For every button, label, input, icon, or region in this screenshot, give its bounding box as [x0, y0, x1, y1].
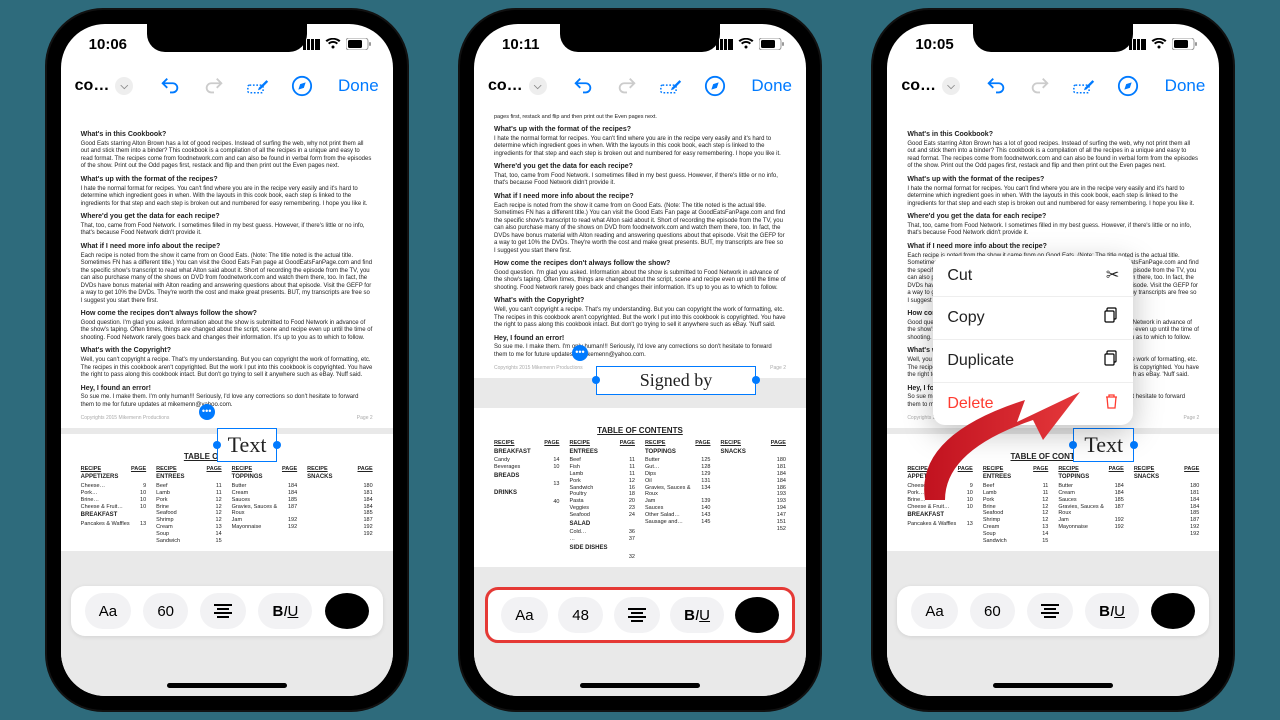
doc-title[interactable]: co… — [75, 77, 110, 95]
chevron-down-icon[interactable]: ⌵ — [115, 77, 133, 95]
clock: 10:06 — [89, 36, 127, 53]
biu-button[interactable]: BIU — [1085, 593, 1139, 629]
resize-handle-right[interactable] — [1130, 441, 1138, 449]
tutorial-arrow — [905, 380, 1105, 510]
phone-3: 10:05 co…⌵ Done What's i — [873, 10, 1233, 710]
align-button[interactable] — [200, 593, 246, 629]
notch — [147, 24, 307, 52]
home-indicator[interactable] — [993, 683, 1113, 688]
battery-icon — [1172, 38, 1197, 50]
docs-icon — [1103, 350, 1119, 372]
docs-icon — [1103, 307, 1119, 329]
home-indicator[interactable] — [167, 683, 287, 688]
wifi-icon — [1151, 38, 1167, 50]
markup-pen-icon[interactable] — [291, 75, 313, 97]
doc-title[interactable]: co… — [488, 77, 523, 95]
undo-icon[interactable] — [985, 75, 1007, 97]
toolbar: co… ⌵ Done — [61, 64, 393, 108]
phone-1: 10:06 co…⌵ Done What's i — [47, 10, 407, 710]
doc-page-1: pages first, restack and flip and then p… — [474, 108, 806, 378]
redo-icon — [1029, 75, 1051, 97]
biu-button[interactable]: BIU — [258, 593, 312, 629]
clock: 10:05 — [915, 36, 953, 53]
done-button[interactable]: Done — [1165, 76, 1206, 96]
font-size-button[interactable]: 60 — [970, 593, 1015, 629]
clock: 10:11 — [502, 36, 540, 53]
battery-icon — [759, 38, 784, 50]
biu-button[interactable]: BIU — [670, 597, 724, 633]
resize-handle-left[interactable] — [592, 376, 600, 384]
resize-handle-left[interactable] — [213, 441, 221, 449]
done-button[interactable]: Done — [338, 76, 379, 96]
doc-page-1: What's in this Cookbook?Good Eats starri… — [61, 108, 393, 428]
doc-title[interactable]: co… — [901, 77, 936, 95]
toolbar: co… ⌵ Done — [887, 64, 1219, 108]
menu-cut[interactable]: Cut✂ — [933, 256, 1133, 297]
color-button[interactable] — [325, 593, 369, 629]
wifi-icon — [325, 38, 341, 50]
text-annotation[interactable]: Signed by — [596, 366, 756, 395]
trash-icon — [1104, 393, 1119, 415]
markup-pen-icon[interactable] — [704, 75, 726, 97]
wifi-icon — [738, 38, 754, 50]
text-style-bar: Aa 48 BIU — [488, 590, 792, 640]
font-button[interactable]: Aa — [911, 593, 957, 629]
scissors-icon: ✂ — [1106, 266, 1119, 286]
undo-icon[interactable] — [159, 75, 181, 97]
text-style-bar: Aa 60 BIU — [897, 586, 1209, 636]
align-button[interactable] — [1027, 593, 1073, 629]
font-button[interactable]: Aa — [85, 593, 131, 629]
pen-tool-icon[interactable] — [1073, 75, 1095, 97]
menu-copy[interactable]: Copy — [933, 297, 1133, 340]
doc-page-2: TABLE OF CONTENTS RECIPEPAGEBREAKFASTCan… — [474, 408, 806, 567]
redo-icon — [203, 75, 225, 97]
align-button[interactable] — [614, 597, 660, 633]
text-style-bar: Aa 60 BIU — [71, 586, 383, 636]
undo-icon[interactable] — [572, 75, 594, 97]
redo-icon — [616, 75, 638, 97]
menu-duplicate[interactable]: Duplicate — [933, 340, 1133, 383]
font-button[interactable]: Aa — [501, 597, 547, 633]
text-annotation[interactable]: Text — [217, 428, 278, 462]
pen-tool-icon[interactable] — [660, 75, 682, 97]
font-size-button[interactable]: 60 — [143, 593, 188, 629]
battery-icon — [346, 38, 371, 50]
annotation-options-icon[interactable]: ••• — [199, 404, 215, 420]
pen-tool-icon[interactable] — [247, 75, 269, 97]
color-button[interactable] — [735, 597, 779, 633]
font-size-button[interactable]: 48 — [558, 597, 603, 633]
done-button[interactable]: Done — [751, 76, 792, 96]
color-button[interactable] — [1151, 593, 1195, 629]
chevron-down-icon[interactable]: ⌵ — [529, 77, 547, 95]
annotation-options-icon[interactable]: ••• — [572, 345, 588, 361]
phone-2: 10:11 co…⌵ Done pages fi — [460, 10, 820, 710]
markup-pen-icon[interactable] — [1117, 75, 1139, 97]
toc-title: TABLE OF CONTENTS — [494, 426, 786, 436]
home-indicator[interactable] — [580, 683, 700, 688]
notch — [973, 24, 1133, 52]
toolbar: co… ⌵ Done — [474, 64, 806, 108]
chevron-down-icon[interactable]: ⌵ — [942, 77, 960, 95]
notch — [560, 24, 720, 52]
